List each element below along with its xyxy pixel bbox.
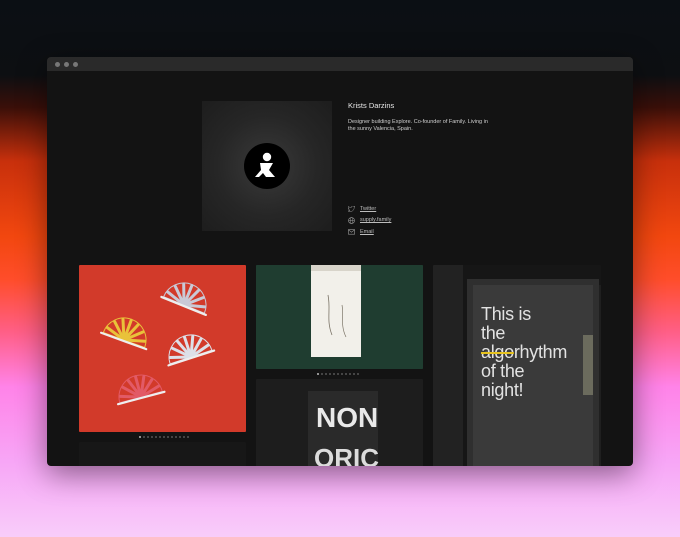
signage-line-1: This is bbox=[481, 304, 531, 324]
profile-name: Krists Darzins bbox=[348, 101, 395, 110]
gallery-tile-wine-card[interactable] bbox=[256, 265, 423, 369]
page-content: Krists Darzins Designer building Explore… bbox=[47, 71, 633, 466]
maximize-window-button[interactable] bbox=[73, 61, 78, 67]
signage-line-2: the bbox=[481, 323, 506, 343]
minimize-window-button[interactable] bbox=[64, 61, 69, 67]
website-link-label: supply.family bbox=[360, 217, 392, 224]
signage-line-3: algorhythm bbox=[481, 343, 567, 362]
carousel-dots-tile-1 bbox=[139, 436, 189, 438]
twitter-link-label: Twitter bbox=[360, 205, 377, 212]
browser-window: Krists Darzins Designer building Explore… bbox=[47, 57, 633, 466]
wine-card-image bbox=[256, 265, 423, 369]
signage-text: This is the algorhythm of the night! bbox=[481, 305, 567, 400]
signage-line-5: night! bbox=[481, 380, 524, 400]
gallery-tile-signage[interactable]: This is the algorhythm of the night! bbox=[433, 265, 601, 466]
profile-info: Krists Darzins Designer building Explore… bbox=[348, 101, 548, 241]
carousel-dots-tile-2 bbox=[317, 373, 359, 375]
signage-line-3-rest: rhythm bbox=[513, 342, 568, 362]
profile-links: Twitter supply.family Email bbox=[348, 203, 391, 238]
gallery-tile-poster[interactable]: NON ORIC bbox=[256, 379, 423, 466]
gallery-tile-partial[interactable] bbox=[79, 442, 246, 466]
profile-bio: Designer building Explore. Co-founder of… bbox=[348, 119, 488, 132]
window-titlebar bbox=[47, 57, 633, 71]
close-window-button[interactable] bbox=[55, 61, 60, 67]
email-link-label: Email bbox=[360, 228, 374, 235]
signage-struck-word: algo bbox=[481, 342, 514, 362]
twitter-link[interactable]: Twitter bbox=[348, 203, 391, 215]
email-link[interactable]: Email bbox=[348, 226, 391, 238]
signage-line-4: of the bbox=[481, 361, 525, 381]
globe-icon bbox=[348, 216, 355, 224]
fan-pins-image bbox=[99, 274, 216, 406]
poster-image: NON ORIC bbox=[256, 379, 423, 466]
profile-avatar-card bbox=[202, 101, 332, 231]
gallery-tile-fan-pins[interactable] bbox=[79, 265, 246, 432]
svg-text:ORIC: ORIC bbox=[314, 443, 379, 466]
mail-icon bbox=[348, 229, 355, 235]
svg-text:NON: NON bbox=[316, 402, 378, 433]
family-logo-icon bbox=[244, 143, 290, 189]
twitter-icon bbox=[348, 205, 355, 212]
website-link[interactable]: supply.family bbox=[348, 215, 391, 227]
